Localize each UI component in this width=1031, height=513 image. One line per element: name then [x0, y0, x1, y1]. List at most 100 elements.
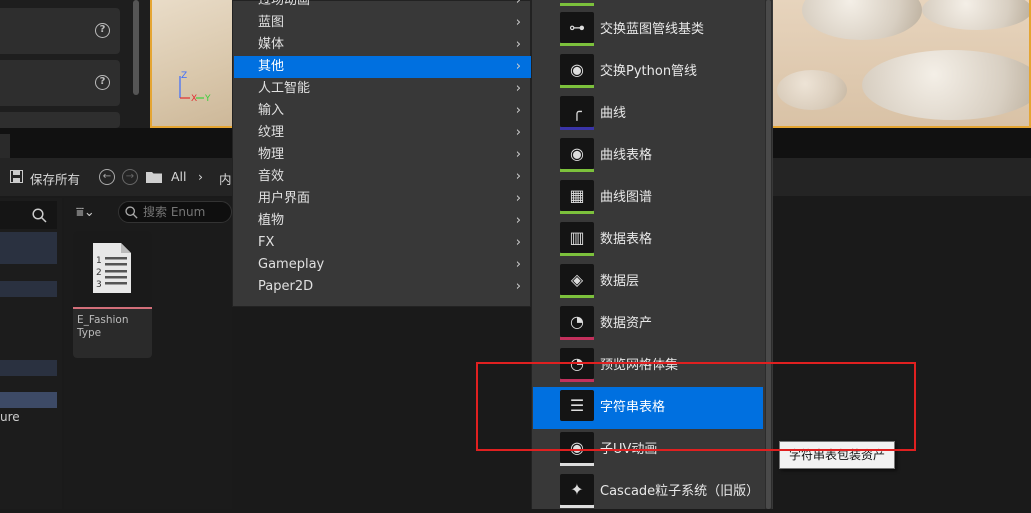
- breadcrumb-next[interactable]: 内: [219, 169, 232, 188]
- viewport-left[interactable]: [150, 0, 232, 128]
- sources-folder-row[interactable]: [0, 281, 57, 297]
- menu-item[interactable]: 蓝图 ›: [234, 12, 531, 34]
- python-pipeline-icon: ◉: [560, 54, 594, 85]
- filter-icon[interactable]: ⩸⌄: [76, 205, 95, 220]
- content-browser-tab[interactable]: [0, 134, 10, 158]
- pipeline-nodes-icon: ⊶: [560, 12, 594, 43]
- menu-item-label: 人工智能: [258, 81, 311, 96]
- search-icon: [125, 206, 138, 219]
- details-panel: ? ?: [0, 0, 150, 128]
- breadcrumb-chevron-icon: ›: [198, 169, 203, 184]
- submenu-item-label: 交换蓝图管线基类: [600, 22, 705, 37]
- submenu-item[interactable]: ◔ 数据资产: [533, 303, 763, 345]
- category-color-strip: [560, 295, 594, 298]
- submenu-item[interactable]: ◈ 数据层: [533, 261, 763, 303]
- category-color-strip: [560, 211, 594, 214]
- enum-document-icon: 1 2 3: [93, 243, 131, 293]
- chevron-right-icon: ›: [515, 147, 521, 162]
- menu-item-label: 物理: [258, 147, 285, 162]
- chevron-right-icon: ›: [515, 37, 521, 52]
- data-table-icon: ▥: [560, 222, 594, 253]
- back-icon[interactable]: ←: [99, 169, 115, 185]
- asset-thumbnail: 1 2 3: [73, 231, 152, 307]
- axis-gizmo-icon: Z X Y: [179, 71, 211, 104]
- viewport-right[interactable]: [772, 0, 1031, 128]
- submenu-item[interactable]: ✦ Cascade粒子系统（旧版）: [533, 471, 763, 513]
- submenu-item[interactable]: ◉ 交换Python管线: [533, 51, 763, 93]
- asset-tile[interactable]: 1 2 3 E_Fashion Type: [73, 231, 152, 358]
- menu-item[interactable]: 其他 ›: [234, 56, 531, 78]
- detail-row[interactable]: ?: [0, 8, 120, 54]
- help-icon[interactable]: ?: [95, 75, 110, 90]
- menu-item[interactable]: 过场动画 ›: [234, 0, 531, 12]
- category-color-strip: [560, 337, 594, 340]
- submenu-item-label: 曲线图谱: [600, 190, 653, 205]
- menu-item[interactable]: Paper2D ›: [234, 276, 531, 298]
- menu-item[interactable]: 人工智能 ›: [234, 78, 531, 100]
- chevron-right-icon: ›: [515, 257, 521, 272]
- search-input[interactable]: [143, 203, 229, 221]
- svg-text:X: X: [191, 94, 197, 104]
- svg-text:1: 1: [96, 256, 102, 266]
- chevron-right-icon: ›: [515, 235, 521, 250]
- context-menu: 过场动画 › 蓝图 › 媒体 › 其他 › 人工智能 › 输入 › 纹理 › 物理 › 音效 › 用户界面 › 植物 › F…: [232, 0, 531, 307]
- sources-folder-label[interactable]: ure: [0, 410, 20, 424]
- svg-text:3: 3: [96, 280, 102, 290]
- breadcrumb-all[interactable]: All: [171, 169, 187, 184]
- data-asset-icon: ◔: [560, 306, 594, 337]
- submenu-item-label: 交换Python管线: [600, 64, 698, 79]
- detail-row[interactable]: ?: [0, 60, 120, 106]
- detail-row[interactable]: [0, 112, 120, 128]
- chevron-right-icon: ›: [515, 0, 521, 8]
- menu-item[interactable]: 植物 ›: [234, 210, 531, 232]
- menu-item[interactable]: 媒体 ›: [234, 34, 531, 56]
- submenu-item-label: 数据表格: [600, 232, 653, 247]
- chevron-right-icon: ›: [515, 169, 521, 184]
- toolbar-right: [772, 158, 1031, 196]
- submenu-item[interactable]: ▦ 曲线图谱: [533, 177, 763, 219]
- menu-item[interactable]: 输入 ›: [234, 100, 531, 122]
- menu-item[interactable]: 物理 ›: [234, 144, 531, 166]
- submenu-item[interactable]: ╭ 曲线: [533, 93, 763, 135]
- search-icon[interactable]: [32, 208, 47, 223]
- sources-folder-row-selected[interactable]: [0, 392, 57, 408]
- menu-item[interactable]: FX ›: [234, 232, 531, 254]
- category-color-strip: [560, 3, 594, 6]
- save-all-button[interactable]: 保存所有: [30, 169, 80, 188]
- submenu-item[interactable]: ▥ 数据表格: [533, 219, 763, 261]
- submenu-item[interactable]: ◉ 曲线表格: [533, 135, 763, 177]
- curve-table-icon: ◉: [560, 138, 594, 169]
- menu-item-label: 蓝图: [258, 15, 285, 30]
- category-color-strip: [560, 85, 594, 88]
- menu-item-label: 纹理: [258, 125, 285, 140]
- chevron-right-icon: ›: [515, 279, 521, 294]
- svg-text:2: 2: [96, 268, 102, 278]
- menu-item-label: 植物: [258, 213, 285, 228]
- submenu-item[interactable]: ⊶ 交换蓝图管线基类: [533, 9, 763, 51]
- content-toolbar: 保存所有 ← → All › 内: [0, 158, 232, 196]
- submenu-item-label: Cascade粒子系统（旧版）: [600, 484, 760, 499]
- submenu-item-label: 曲线表格: [600, 148, 653, 163]
- category-color-strip: [560, 169, 594, 172]
- menu-item-label: 媒体: [258, 37, 285, 52]
- save-icon: [10, 170, 23, 183]
- menu-item-label: 过场动画: [258, 0, 311, 8]
- sources-folder-row[interactable]: [0, 232, 57, 264]
- sources-search[interactable]: [0, 201, 57, 229]
- forward-icon[interactable]: →: [122, 169, 138, 185]
- submenu-item-label: 数据层: [600, 274, 640, 289]
- asset-type-bar: [73, 307, 152, 309]
- menu-item[interactable]: 用户界面 ›: [234, 188, 531, 210]
- help-icon[interactable]: ?: [95, 23, 110, 38]
- submenu-item-label: 数据资产: [600, 316, 653, 331]
- category-color-strip: [560, 505, 594, 508]
- menu-item[interactable]: Gameplay ›: [234, 254, 531, 276]
- svg-text:Y: Y: [204, 94, 211, 104]
- sources-folder-row[interactable]: [0, 360, 57, 376]
- menu-item[interactable]: 纹理 ›: [234, 122, 531, 144]
- menu-item[interactable]: 音效 ›: [234, 166, 531, 188]
- details-scrollbar[interactable]: [133, 0, 139, 95]
- chevron-right-icon: ›: [515, 59, 521, 74]
- category-color-strip: [560, 253, 594, 256]
- content-search[interactable]: [118, 201, 232, 223]
